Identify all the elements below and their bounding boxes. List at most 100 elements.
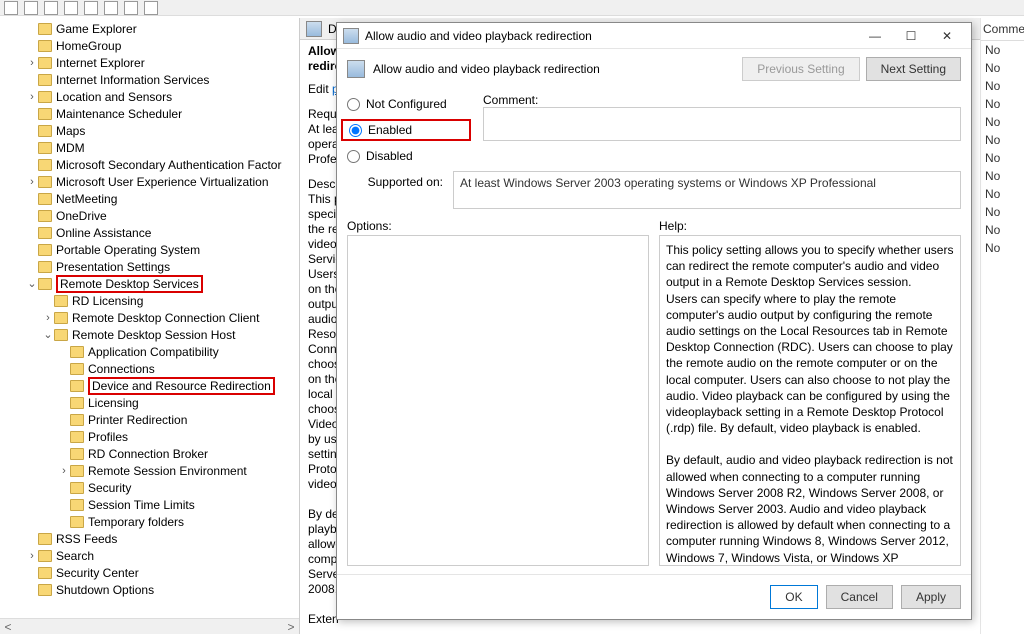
tree-item[interactable]: Shutdown Options (2, 581, 299, 598)
tree-label: Portable Operating System (56, 243, 200, 257)
cancel-button[interactable]: Cancel (826, 585, 893, 609)
toolbar-icon[interactable] (4, 1, 18, 15)
comment-cell: No (981, 59, 1024, 77)
tree-item[interactable]: RD Licensing (2, 292, 299, 309)
state-radio-group: Not Configured Enabled Disabled (347, 93, 465, 163)
tree-pane[interactable]: Game ExplorerHomeGroup›Internet Explorer… (0, 18, 300, 634)
tree-label: RD Licensing (72, 294, 143, 308)
expand-icon[interactable]: › (42, 312, 54, 324)
folder-icon (38, 210, 52, 222)
folder-icon (70, 431, 84, 443)
tree-item[interactable]: Application Compatibility (2, 343, 299, 360)
tree-item[interactable]: ›Location and Sensors (2, 88, 299, 105)
tree-h-scrollbar[interactable]: < > (0, 618, 299, 634)
tree-item[interactable]: Profiles (2, 428, 299, 445)
tree-item[interactable]: Session Time Limits (2, 496, 299, 513)
expand-icon[interactable]: › (26, 91, 38, 103)
tree-label: Maps (56, 124, 85, 138)
tree-item[interactable]: Licensing (2, 394, 299, 411)
expand-icon[interactable]: › (26, 57, 38, 69)
tree-label: Temporary folders (88, 515, 184, 529)
scroll-right-icon[interactable]: > (283, 620, 299, 634)
comment-textarea[interactable] (483, 107, 961, 141)
folder-icon (70, 482, 84, 494)
folder-icon (70, 346, 84, 358)
radio-enabled[interactable]: Enabled (341, 119, 471, 141)
ok-button[interactable]: OK (770, 585, 817, 609)
tree-item[interactable]: ⌄Remote Desktop Session Host (2, 326, 299, 343)
tree-label: Microsoft Secondary Authentication Facto… (56, 158, 281, 172)
policy-dialog: Allow audio and video playback redirecti… (336, 22, 972, 620)
comment-cell: No (981, 41, 1024, 59)
scroll-left-icon[interactable]: < (0, 620, 16, 634)
folder-icon (38, 74, 52, 86)
toolbar-icon[interactable] (104, 1, 118, 15)
folder-icon (70, 363, 84, 375)
tree-label: Presentation Settings (56, 260, 170, 274)
tree-item[interactable]: Internet Information Services (2, 71, 299, 88)
help-box[interactable]: This policy setting allows you to specif… (659, 235, 961, 566)
toolbar-icon[interactable] (44, 1, 58, 15)
tree-item[interactable]: › Microsoft User Experience Virtualizatio… (2, 173, 299, 190)
tree-item[interactable]: ›Search (2, 547, 299, 564)
previous-setting-button[interactable]: Previous Setting (742, 57, 859, 81)
tree-item[interactable]: ›Remote Session Environment (2, 462, 299, 479)
folder-icon (70, 414, 84, 426)
options-box[interactable] (347, 235, 649, 566)
tree-label: Connections (88, 362, 155, 376)
dialog-titlebar[interactable]: Allow audio and video playback redirecti… (337, 23, 971, 49)
expand-icon[interactable]: › (26, 176, 38, 188)
comment-cell: No (981, 95, 1024, 113)
folder-icon (70, 380, 84, 392)
close-button[interactable]: ✕ (929, 25, 965, 47)
tree-item[interactable]: ›Internet Explorer (2, 54, 299, 71)
minimize-button[interactable]: — (857, 25, 893, 47)
tree-item[interactable]: Online Assistance (2, 224, 299, 241)
folder-icon (38, 40, 52, 52)
expand-icon[interactable]: › (26, 550, 38, 562)
tree-item[interactable]: Portable Operating System (2, 241, 299, 258)
radio-not-configured[interactable]: Not Configured (347, 97, 465, 111)
tree-label: Security Center (56, 566, 139, 580)
folder-icon (38, 23, 52, 35)
next-setting-button[interactable]: Next Setting (866, 57, 961, 81)
toolbar-icon[interactable] (84, 1, 98, 15)
folder-icon (38, 159, 52, 171)
tree-item[interactable]: ⌄Remote Desktop Services (2, 275, 299, 292)
tree-item[interactable]: HomeGroup (2, 37, 299, 54)
folder-icon (38, 278, 52, 290)
folder-icon (38, 125, 52, 137)
toolbar-icon[interactable] (144, 1, 158, 15)
tree-item[interactable]: RSS Feeds (2, 530, 299, 547)
tree-item[interactable]: MDM (2, 139, 299, 156)
help-label: Help: (659, 219, 961, 233)
tree-item[interactable]: Presentation Settings (2, 258, 299, 275)
toolbar (0, 0, 1024, 16)
radio-disabled[interactable]: Disabled (347, 149, 465, 163)
tree-item[interactable]: Printer Redirection (2, 411, 299, 428)
tree-label: Microsoft User Experience Virtualization (56, 175, 269, 189)
toolbar-icon[interactable] (64, 1, 78, 15)
dialog-subtitle: Allow audio and video playback redirecti… (373, 62, 600, 76)
tree-item[interactable]: Microsoft Secondary Authentication Facto… (2, 156, 299, 173)
tree-item[interactable]: Security (2, 479, 299, 496)
expand-icon[interactable]: ⌄ (26, 277, 38, 290)
tree-item[interactable]: NetMeeting (2, 190, 299, 207)
apply-button[interactable]: Apply (901, 585, 961, 609)
tree-item[interactable]: Temporary folders (2, 513, 299, 530)
tree-item[interactable]: ›Remote Desktop Connection Client (2, 309, 299, 326)
tree-item[interactable]: Device and Resource Redirection (2, 377, 299, 394)
expand-icon[interactable]: ⌄ (42, 328, 54, 341)
toolbar-icon[interactable] (124, 1, 138, 15)
tree-item[interactable]: Security Center (2, 564, 299, 581)
maximize-button[interactable]: ☐ (893, 25, 929, 47)
tree-label: Game Explorer (56, 22, 137, 36)
tree-item[interactable]: Game Explorer (2, 20, 299, 37)
tree-item[interactable]: Connections (2, 360, 299, 377)
tree-item[interactable]: RD Connection Broker (2, 445, 299, 462)
tree-item[interactable]: Maps (2, 122, 299, 139)
toolbar-icon[interactable] (24, 1, 38, 15)
expand-icon[interactable]: › (58, 465, 70, 477)
tree-item[interactable]: Maintenance Scheduler (2, 105, 299, 122)
tree-item[interactable]: OneDrive (2, 207, 299, 224)
